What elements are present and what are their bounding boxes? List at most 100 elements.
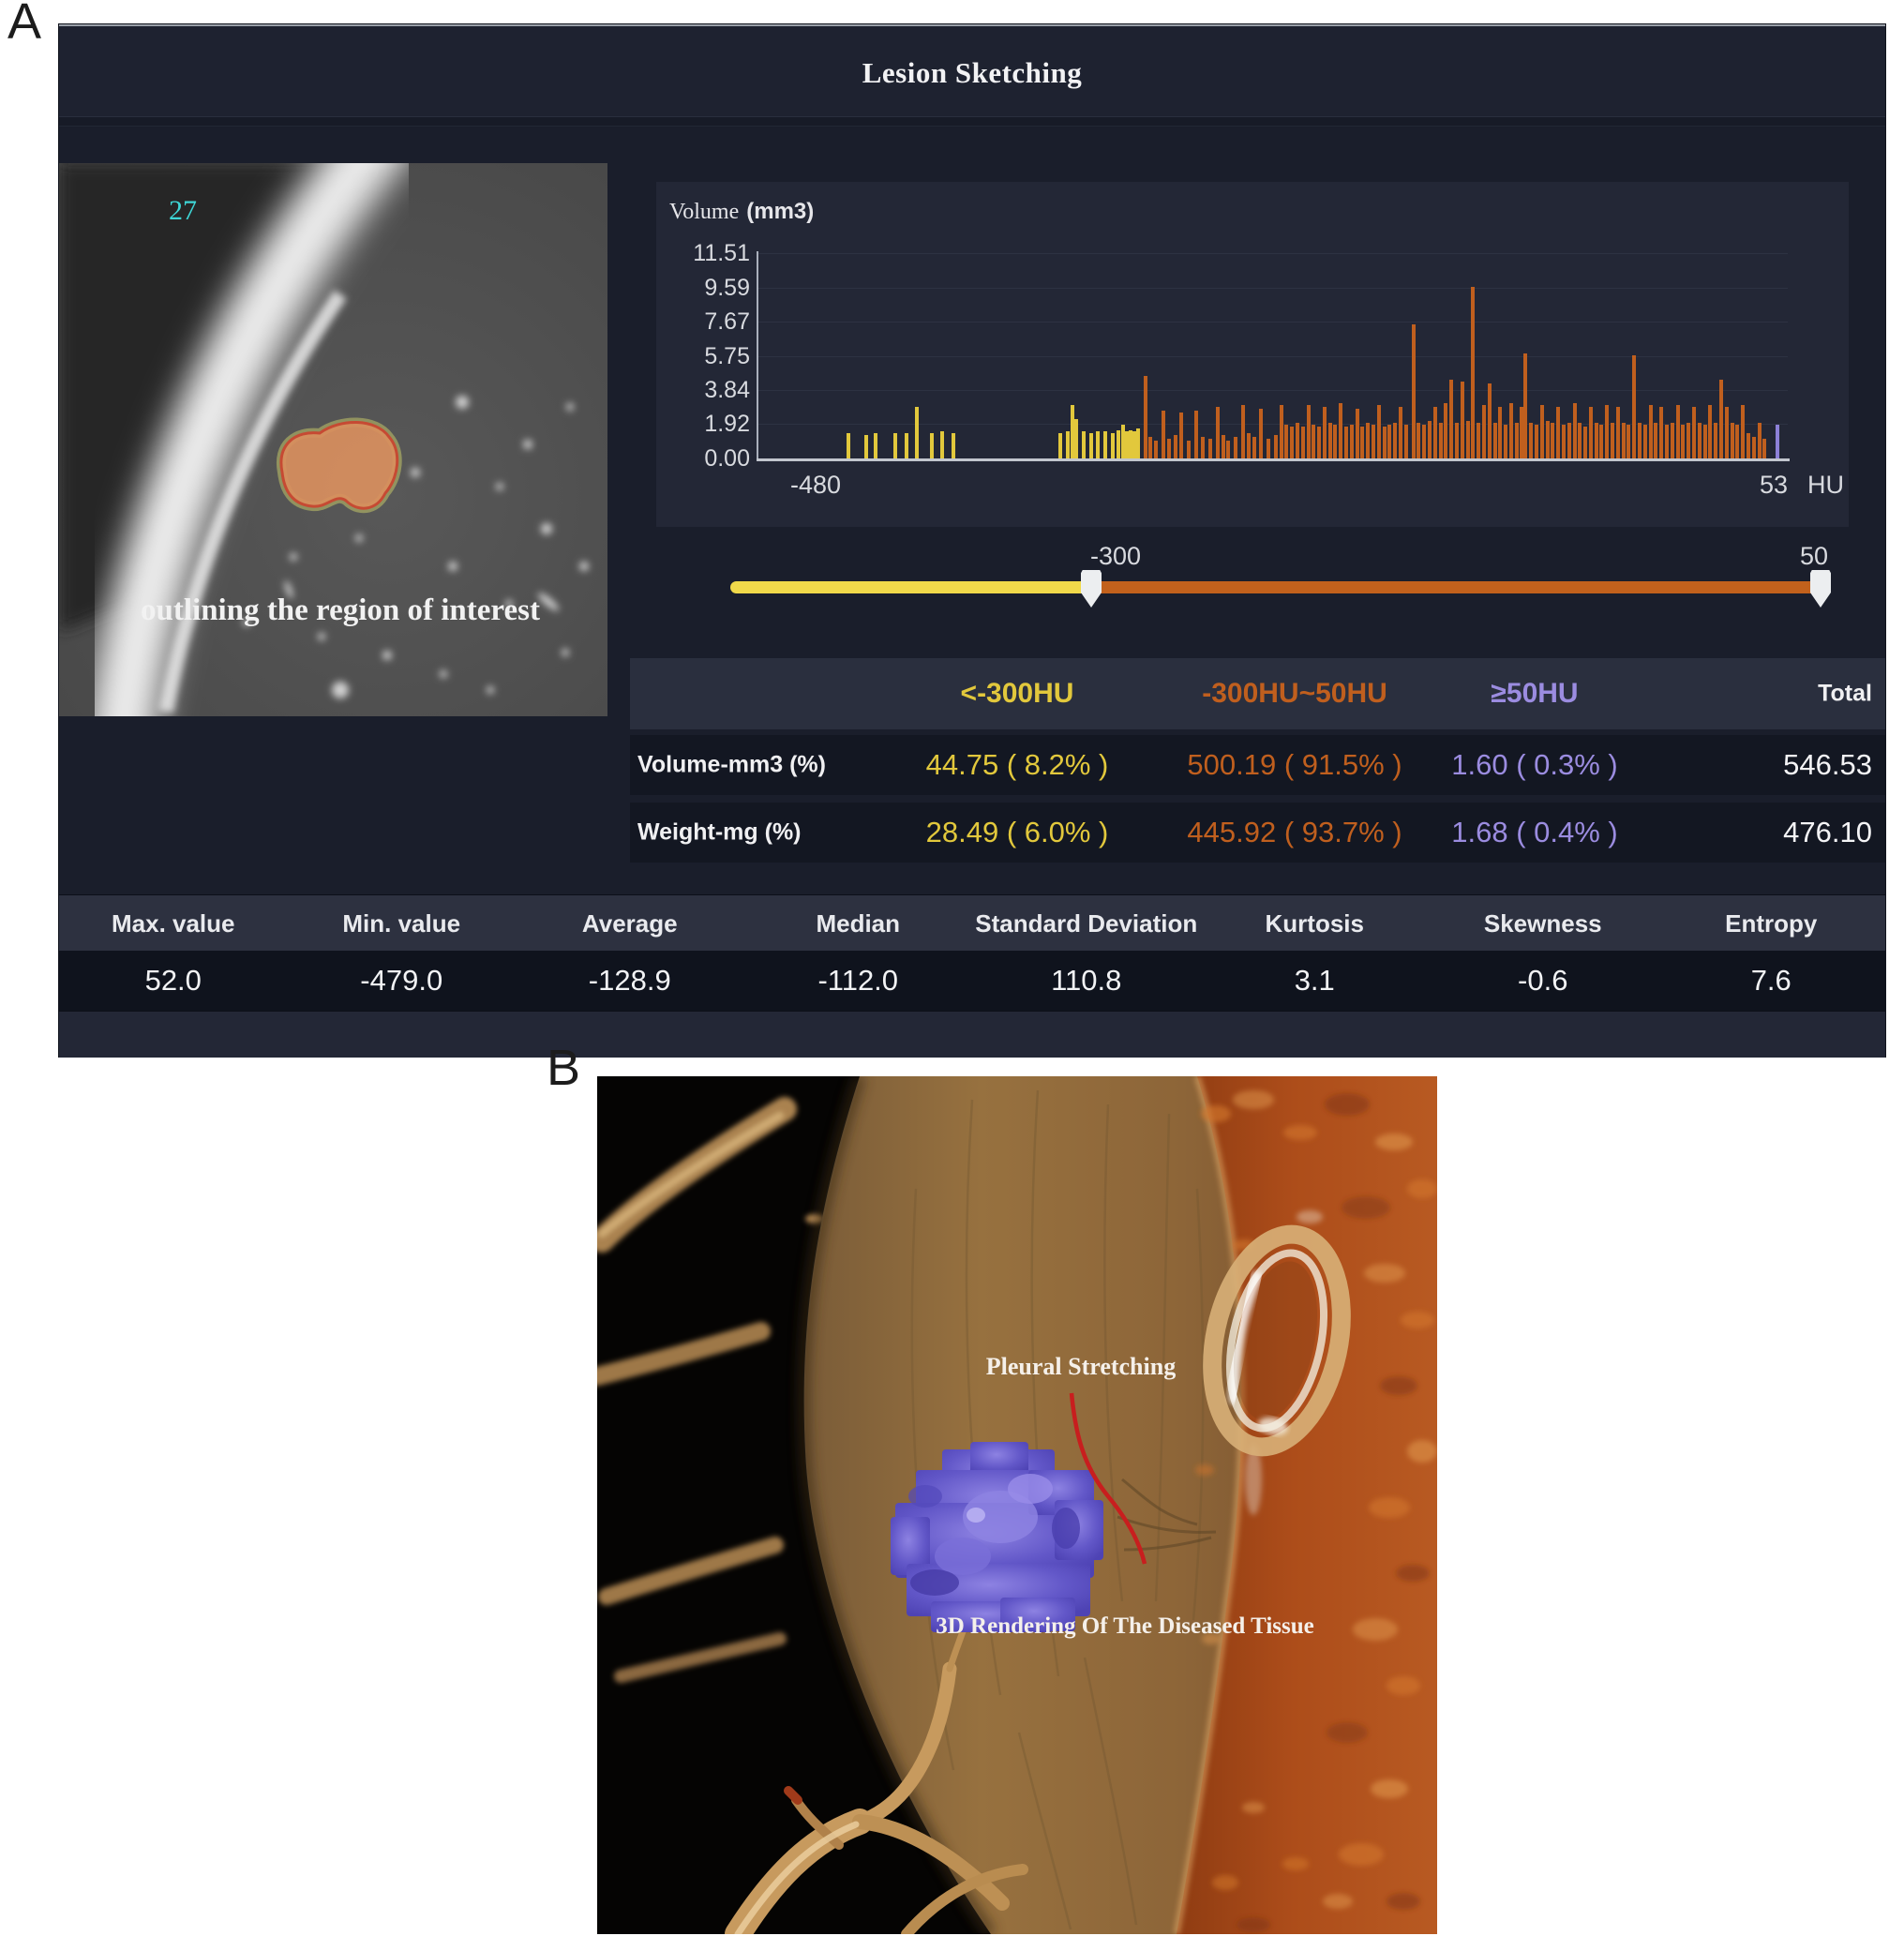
histogram-bar <box>1404 425 1408 458</box>
histogram-bar <box>1595 423 1598 458</box>
histogram-bar <box>1551 423 1554 458</box>
histogram-bar <box>864 435 868 458</box>
histogram-bar <box>1692 407 1696 458</box>
histogram-bar <box>1466 421 1470 458</box>
histogram-bar <box>1058 433 1062 458</box>
panel-a-letter: A <box>7 0 41 51</box>
histogram-bar <box>1611 423 1614 458</box>
histogram-bar <box>1477 423 1480 458</box>
histogram-bar <box>1676 405 1680 458</box>
histogram-bar <box>1333 425 1337 458</box>
3d-rendering-viewport[interactable]: Pleural Stretching 3D Rendering Of The D… <box>597 1076 1437 1934</box>
histogram-bar <box>893 433 897 458</box>
histogram-bar <box>1671 423 1674 458</box>
slider-handle-low[interactable] <box>1081 570 1102 608</box>
histogram-bar <box>1356 409 1359 458</box>
histogram-bar <box>1296 423 1299 458</box>
stat-value-entropy: 7.6 <box>1657 951 1886 1011</box>
histogram-bar <box>1360 427 1364 458</box>
histogram-bar <box>1301 427 1305 458</box>
y-tick-label: 3.84 <box>656 377 750 403</box>
histogram-bar <box>1194 411 1198 458</box>
histogram-bar <box>1708 405 1712 458</box>
histogram-bar <box>1488 383 1492 458</box>
slider-track-mid-range[interactable] <box>1091 581 1828 593</box>
stat-value-min: -479.0 <box>288 951 517 1011</box>
histogram-bar <box>1247 433 1251 458</box>
histogram-bar <box>1174 435 1177 458</box>
histogram-bar <box>1567 423 1571 458</box>
histogram-bar <box>1638 423 1642 458</box>
histogram-bar <box>1252 437 1256 458</box>
stat-value-stddev: 110.8 <box>972 951 1201 1011</box>
histogram-bar <box>1627 425 1630 458</box>
histogram-bar <box>1509 403 1513 458</box>
lesion-3d-voxels[interactable] <box>891 1442 1103 1632</box>
histogram-bar <box>1735 425 1739 458</box>
histogram-bar <box>1280 405 1283 458</box>
ct-slice-viewport[interactable]: 27 outlining the region of interest <box>59 163 607 716</box>
histogram-bar <box>1616 407 1620 458</box>
stat-header-stddev: Standard Deviation <box>972 895 1201 952</box>
weight-mid-value: 445.92 ( 93.7% ) <box>1187 816 1402 849</box>
stat-value-median: -112.0 <box>744 951 973 1011</box>
hu-col-below: <-300HU <box>961 678 1074 710</box>
histogram-bar <box>1428 421 1432 458</box>
histogram-bar <box>1546 421 1550 458</box>
histogram-bar <box>1482 405 1486 458</box>
weight-above-value: 1.68 ( 0.4% ) <box>1451 816 1617 849</box>
x-tick-max: 53 <box>1760 471 1788 500</box>
header-divider <box>59 116 1885 127</box>
histogram-bar <box>1535 425 1538 458</box>
histogram-bar <box>1162 411 1165 458</box>
histogram-bar <box>1504 425 1507 458</box>
histogram-bar <box>1649 405 1653 458</box>
histogram-bar <box>905 433 908 458</box>
y-tick-label: 7.67 <box>656 308 750 335</box>
y-tick-label: 5.75 <box>656 343 750 369</box>
stat-header-average: Average <box>516 895 744 952</box>
weight-below-value: 28.49 ( 6.0% ) <box>926 816 1109 849</box>
histogram-bar <box>1234 437 1237 458</box>
histogram-bar <box>1455 423 1459 458</box>
histogram-bar <box>1529 423 1533 458</box>
stat-header-kurtosis: Kurtosis <box>1201 895 1430 952</box>
histogram-bar <box>1144 376 1147 458</box>
volume-above-value: 1.60 ( 0.3% ) <box>1451 748 1617 782</box>
histogram-bar <box>1725 407 1729 458</box>
hu-col-above: ≥50HU <box>1491 678 1578 710</box>
histogram-bar <box>1731 423 1734 458</box>
histogram-bar <box>952 433 955 458</box>
stat-header-entropy: Entropy <box>1657 895 1886 952</box>
histogram-bar <box>1372 425 1375 458</box>
3d-rendering-image: Pleural Stretching 3D Rendering Of The D… <box>597 1076 1437 1934</box>
stat-header-max: Max. value <box>59 895 288 952</box>
histogram-bar <box>1274 435 1278 458</box>
histogram-bar <box>1284 425 1288 458</box>
histogram-bar <box>1762 439 1766 458</box>
y-tick-label: 0.00 <box>656 445 750 472</box>
histogram-chart-panel: Volume(mm3) 11.519.597.675.753.841.920.0… <box>656 182 1849 527</box>
panel-b-letter: B <box>547 1039 580 1097</box>
histogram-bar <box>1515 423 1519 458</box>
histogram-bar <box>1259 409 1263 458</box>
histogram-bar <box>1216 407 1220 458</box>
histogram-bar <box>1687 423 1690 458</box>
histogram-bar <box>1714 423 1717 458</box>
slider-handle-high[interactable] <box>1810 570 1831 608</box>
stat-value-average: -128.9 <box>516 951 744 1011</box>
y-tick-label: 11.51 <box>656 240 750 266</box>
histogram-bar <box>1589 407 1593 458</box>
slider-track-below-threshold[interactable] <box>730 581 1095 593</box>
histogram-bars <box>757 253 1788 458</box>
roi-lesion-outline[interactable] <box>281 422 397 508</box>
ct-slice-image: 27 outlining the region of interest <box>59 163 607 716</box>
table-row-volume: Volume-mm3 (%) 44.75 ( 8.2% ) 500.19 ( 9… <box>630 735 1885 795</box>
histogram-bar <box>1703 425 1707 458</box>
panel-footer <box>59 1011 1885 1058</box>
histogram-bar <box>1719 380 1723 458</box>
stat-value-skewness: -0.6 <box>1429 951 1657 1011</box>
histogram-bar <box>1622 423 1626 458</box>
histogram-bar <box>1111 433 1115 458</box>
histogram-bar <box>1758 423 1762 458</box>
